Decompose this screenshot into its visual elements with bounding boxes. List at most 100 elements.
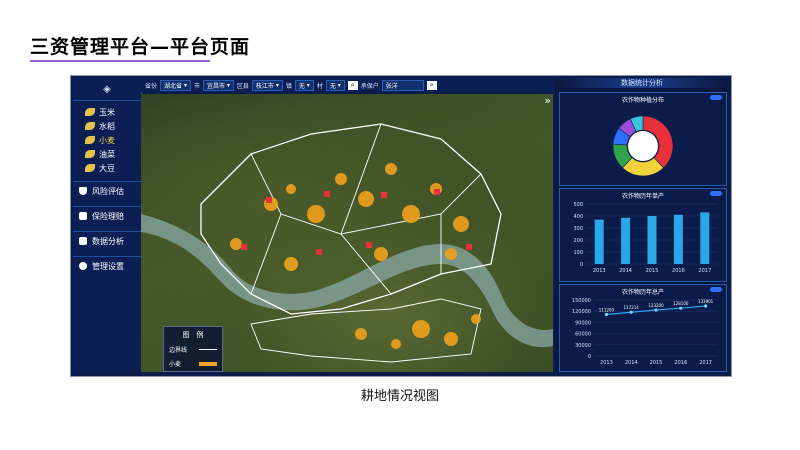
soybean-icon	[85, 164, 95, 172]
slide-title: 三资管理平台—平台页面	[30, 36, 251, 58]
bar-toggle[interactable]	[710, 191, 722, 196]
app-screenshot: ◈ 玉米 水稻 小麦 油菜 大豆 风险评估 保险理赔 数据分析 管理设置 省份 …	[70, 75, 732, 377]
sidebar: ◈ 玉米 水稻 小麦 油菜 大豆 风险评估 保险理赔 数据分析 管理设置	[73, 78, 142, 372]
legend-label: 边界线	[169, 347, 188, 354]
village-value: 无	[329, 82, 336, 90]
line-point	[654, 308, 658, 312]
bar	[647, 216, 657, 264]
title-underline	[30, 60, 210, 62]
village-label: 村	[316, 82, 323, 90]
insured-value: 张洋	[385, 82, 398, 90]
line-y-tick: 0	[588, 354, 591, 360]
line-y-tick: 60000	[575, 332, 591, 338]
village-select[interactable]: 无 ▾	[325, 79, 345, 91]
map-legend: 图 例 边界线 小麦	[163, 326, 223, 372]
pie-title: 农作物种植分布	[621, 97, 664, 104]
region-search-button[interactable]: ⌕	[347, 80, 358, 90]
line-data-label: 111200	[599, 307, 615, 312]
sidebar-item-settings[interactable]: 管理设置	[73, 256, 141, 275]
crop-label: 水稻	[99, 121, 115, 131]
crop-item-rapeseed[interactable]: 油菜	[73, 147, 141, 161]
bar	[673, 214, 683, 264]
sidebar-item-risk[interactable]: 风险评估	[73, 181, 141, 200]
sidebar-item-label: 保险理赔	[92, 211, 124, 221]
crop-item-wheat[interactable]: 小麦	[73, 133, 141, 147]
pie-toggle[interactable]	[710, 95, 722, 100]
legend-row-boundary: 边界线	[164, 345, 222, 354]
line-data-label: 133901	[698, 299, 714, 304]
province-value: 湖北省	[164, 82, 183, 90]
line-y-tick: 30000	[575, 343, 591, 349]
line-y-tick: 150000	[572, 298, 591, 304]
city-label: 市	[193, 82, 200, 90]
crop-item-rice[interactable]: 水稻	[73, 119, 141, 133]
line-y-tick: 120000	[572, 309, 591, 315]
city-value: 宜昌市	[206, 82, 225, 90]
crop-item-corn[interactable]: 玉米	[73, 105, 141, 119]
town-value: 无	[298, 82, 305, 90]
line-point	[604, 312, 608, 317]
crop-list: 玉米 水稻 小麦 油菜 大豆	[73, 105, 141, 175]
stats-panel: 数据统计分析 农作物种植分布 农作物历年单产 0 100 200 300 400 500 2…	[555, 78, 729, 372]
bar-y-tick: 200	[573, 238, 583, 244]
town-boundary	[250, 123, 482, 295]
bar-y-tick: 0	[580, 262, 583, 268]
insured-search-button[interactable]: ⌕	[426, 80, 437, 90]
bar-y-tick: 500	[573, 202, 583, 208]
town-label: 镇	[285, 82, 292, 90]
corn-icon	[85, 108, 95, 116]
province-label: 省份	[145, 82, 158, 90]
rice-icon	[85, 122, 95, 130]
line-toggle[interactable]	[710, 287, 722, 292]
line-point	[704, 304, 708, 308]
district-label: 区县	[236, 82, 249, 90]
province-select[interactable]: 湖北省 ▾	[160, 79, 191, 91]
sidebar-item-label: 风险评估	[92, 186, 124, 196]
crop-item-soybean[interactable]: 大豆	[73, 161, 141, 175]
expand-icon[interactable]: »	[544, 94, 551, 107]
line-x-tick: 2016	[674, 360, 687, 366]
bar	[594, 219, 604, 264]
sidebar-item-analysis[interactable]: 数据分析	[73, 231, 141, 250]
insured-input[interactable]: 张洋	[381, 79, 424, 91]
sidebar-item-claims[interactable]: 保险理赔	[73, 206, 141, 225]
wheat-icon	[85, 136, 95, 144]
boundary-swatch	[199, 349, 217, 350]
filter-bar: 省份 湖北省 ▾ 市 宜昌市 ▾ 区县 枝江市 ▾ 镇 无 ▾ 村 无 ▾ ⌕ …	[141, 78, 557, 92]
crop-label: 小麦	[99, 135, 115, 145]
line-data-label: 123200	[648, 303, 664, 308]
line-point	[679, 306, 683, 310]
layers-icon[interactable]: ◈	[73, 78, 141, 101]
line-data-label: 117214	[624, 305, 640, 310]
bar	[700, 212, 710, 264]
line-chart: 0 30000 60000 90000 120000 150000 111200 2013 11…	[572, 298, 718, 366]
rapeseed-icon	[85, 150, 95, 158]
bar-x-tick: 2016	[672, 268, 685, 274]
legend-title: 图 例	[182, 331, 204, 339]
sidebar-item-label: 管理设置	[92, 261, 124, 271]
town-select[interactable]: 无 ▾	[294, 79, 314, 91]
shield-icon	[79, 187, 87, 195]
bar-x-tick: 2014	[619, 268, 632, 274]
gear-icon	[79, 262, 87, 270]
bar-x-tick: 2017	[698, 268, 711, 274]
satellite-map[interactable]: » 图 例 边界线 小麦	[141, 94, 553, 372]
bar-y-tick: 100	[573, 250, 583, 256]
bar-y-tick: 300	[573, 226, 583, 232]
panel-title: 数据统计分析	[555, 78, 729, 88]
bar-x-tick: 2015	[646, 268, 659, 274]
crop-label: 油菜	[99, 149, 115, 159]
crop-swatch	[199, 361, 217, 366]
bar-y-tick: 400	[573, 214, 583, 220]
district-value: 枝江市	[255, 82, 274, 90]
pie-chart	[612, 115, 674, 177]
line-x-tick: 2017	[699, 360, 712, 366]
crop-label: 大豆	[99, 163, 115, 173]
city-select[interactable]: 宜昌市 ▾	[202, 79, 234, 91]
bar-title: 农作物历年单产	[621, 193, 664, 200]
line-x-tick: 2013	[600, 360, 613, 366]
district-select[interactable]: 枝江市 ▾	[251, 79, 283, 91]
pie-card: 农作物种植分布	[559, 92, 727, 186]
sidebar-item-label: 数据分析	[92, 236, 124, 246]
claim-icon	[79, 212, 87, 220]
